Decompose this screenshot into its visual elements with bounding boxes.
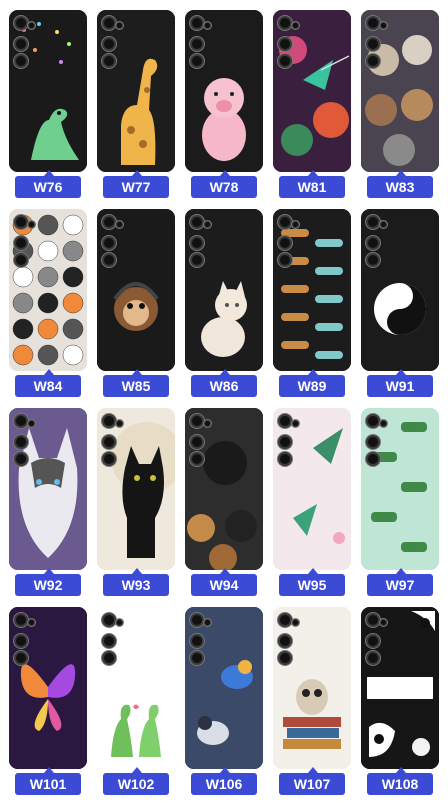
camera-module-icon	[366, 16, 390, 71]
phone-case-image[interactable]	[9, 408, 87, 570]
product-card[interactable]: W94	[185, 408, 273, 604]
product-card[interactable]: W77	[97, 10, 185, 206]
product-code-label: W101	[15, 767, 81, 795]
product-card[interactable]: W102	[97, 607, 185, 803]
product-card[interactable]: W91	[361, 209, 448, 405]
phone-case-image[interactable]	[9, 209, 87, 371]
product-code-label: W93	[103, 568, 169, 596]
phone-case-image[interactable]	[273, 408, 351, 570]
camera-module-icon	[278, 215, 302, 270]
product-card[interactable]: W76	[9, 10, 97, 206]
phone-case-image[interactable]	[273, 10, 351, 172]
product-code-label: W89	[279, 369, 345, 397]
camera-module-icon	[14, 414, 38, 469]
camera-module-icon	[14, 215, 38, 270]
camera-module-icon	[102, 414, 126, 469]
phone-case-image[interactable]	[97, 10, 175, 172]
camera-module-icon	[366, 414, 390, 469]
product-card[interactable]: W97	[361, 408, 448, 604]
product-code-label: W76	[15, 170, 81, 198]
phone-case-image[interactable]	[361, 209, 439, 371]
product-code-label: W85	[103, 369, 169, 397]
product-code-label: W94	[191, 568, 257, 596]
phone-case-image[interactable]	[185, 10, 263, 172]
phone-case-image[interactable]	[185, 209, 263, 371]
product-card[interactable]: W86	[185, 209, 273, 405]
product-card[interactable]: W106	[185, 607, 273, 803]
product-code-label: W108	[367, 767, 433, 795]
camera-module-icon	[366, 215, 390, 270]
phone-case-image[interactable]	[361, 408, 439, 570]
camera-module-icon	[190, 414, 214, 469]
product-card[interactable]: W93	[97, 408, 185, 604]
product-code-label: W106	[191, 767, 257, 795]
phone-case-image[interactable]	[273, 209, 351, 371]
phone-case-image[interactable]	[273, 607, 351, 769]
camera-module-icon	[278, 16, 302, 71]
camera-module-icon	[278, 414, 302, 469]
product-card[interactable]: W107	[273, 607, 361, 803]
product-code-label: W102	[103, 767, 169, 795]
phone-case-image[interactable]	[361, 10, 439, 172]
product-code-label: W78	[191, 170, 257, 198]
product-grid: W76 W77 W78 W81 W83 W84 W85 W86 W89 W91 W92 W93 W94 W…	[0, 0, 448, 800]
camera-module-icon	[190, 16, 214, 71]
camera-module-icon	[190, 613, 214, 668]
phone-case-image[interactable]	[185, 607, 263, 769]
product-code-label: W91	[367, 369, 433, 397]
product-code-label: W95	[279, 568, 345, 596]
product-card[interactable]: W78	[185, 10, 273, 206]
phone-case-image[interactable]	[97, 209, 175, 371]
product-code-label: W107	[279, 767, 345, 795]
camera-module-icon	[278, 613, 302, 668]
camera-module-icon	[366, 613, 390, 668]
phone-case-image[interactable]	[361, 607, 439, 769]
product-code-label: W77	[103, 170, 169, 198]
phone-case-image[interactable]	[9, 10, 87, 172]
camera-module-icon	[102, 613, 126, 668]
product-card[interactable]: W83	[361, 10, 448, 206]
product-card[interactable]: W89	[273, 209, 361, 405]
product-card[interactable]: W95	[273, 408, 361, 604]
product-code-label: W81	[279, 170, 345, 198]
product-code-label: W97	[367, 568, 433, 596]
product-code-label: W84	[15, 369, 81, 397]
phone-case-image[interactable]	[97, 607, 175, 769]
product-card[interactable]: W84	[9, 209, 97, 405]
product-card[interactable]: W101	[9, 607, 97, 803]
product-card[interactable]: W108	[361, 607, 448, 803]
product-code-label: W83	[367, 170, 433, 198]
camera-module-icon	[102, 16, 126, 71]
product-code-label: W86	[191, 369, 257, 397]
camera-module-icon	[14, 16, 38, 71]
camera-module-icon	[14, 613, 38, 668]
product-card[interactable]: W92	[9, 408, 97, 604]
product-code-label: W92	[15, 568, 81, 596]
phone-case-image[interactable]	[9, 607, 87, 769]
camera-module-icon	[190, 215, 214, 270]
camera-module-icon	[102, 215, 126, 270]
product-card[interactable]: W85	[97, 209, 185, 405]
product-card[interactable]: W81	[273, 10, 361, 206]
phone-case-image[interactable]	[185, 408, 263, 570]
phone-case-image[interactable]	[97, 408, 175, 570]
